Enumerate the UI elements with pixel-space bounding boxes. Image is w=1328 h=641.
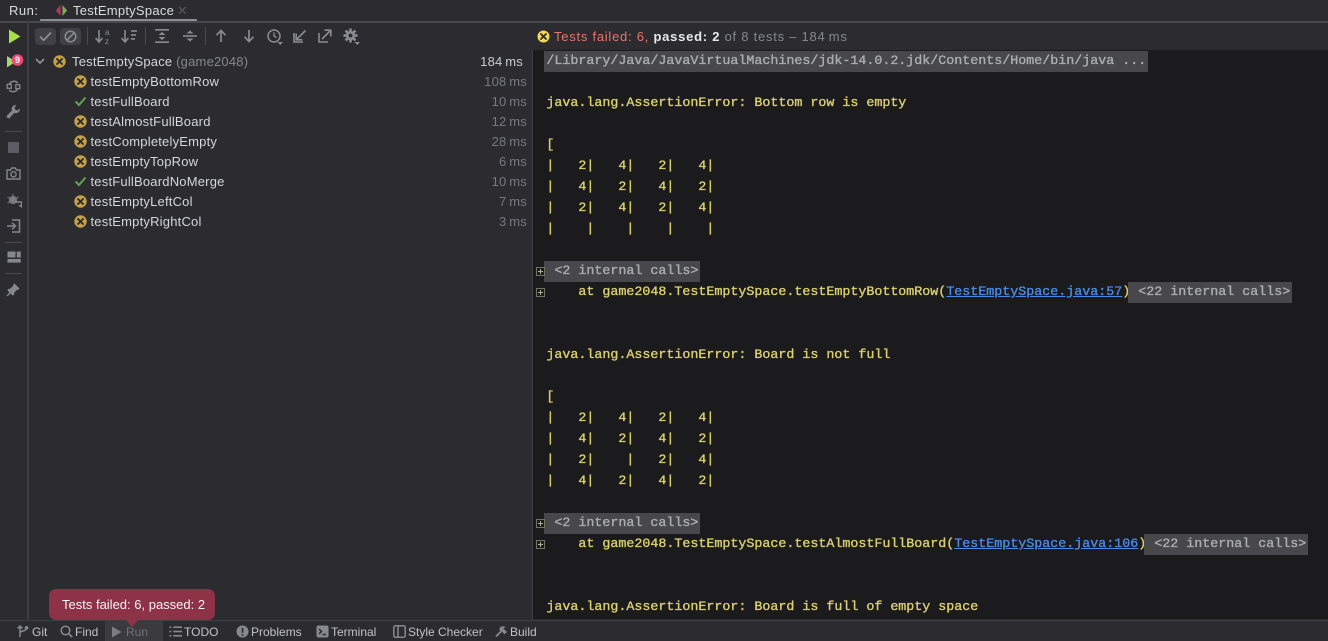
svg-text:a: a	[105, 29, 110, 37]
svg-text:z: z	[105, 37, 109, 44]
svg-text:9: 9	[15, 55, 20, 66]
